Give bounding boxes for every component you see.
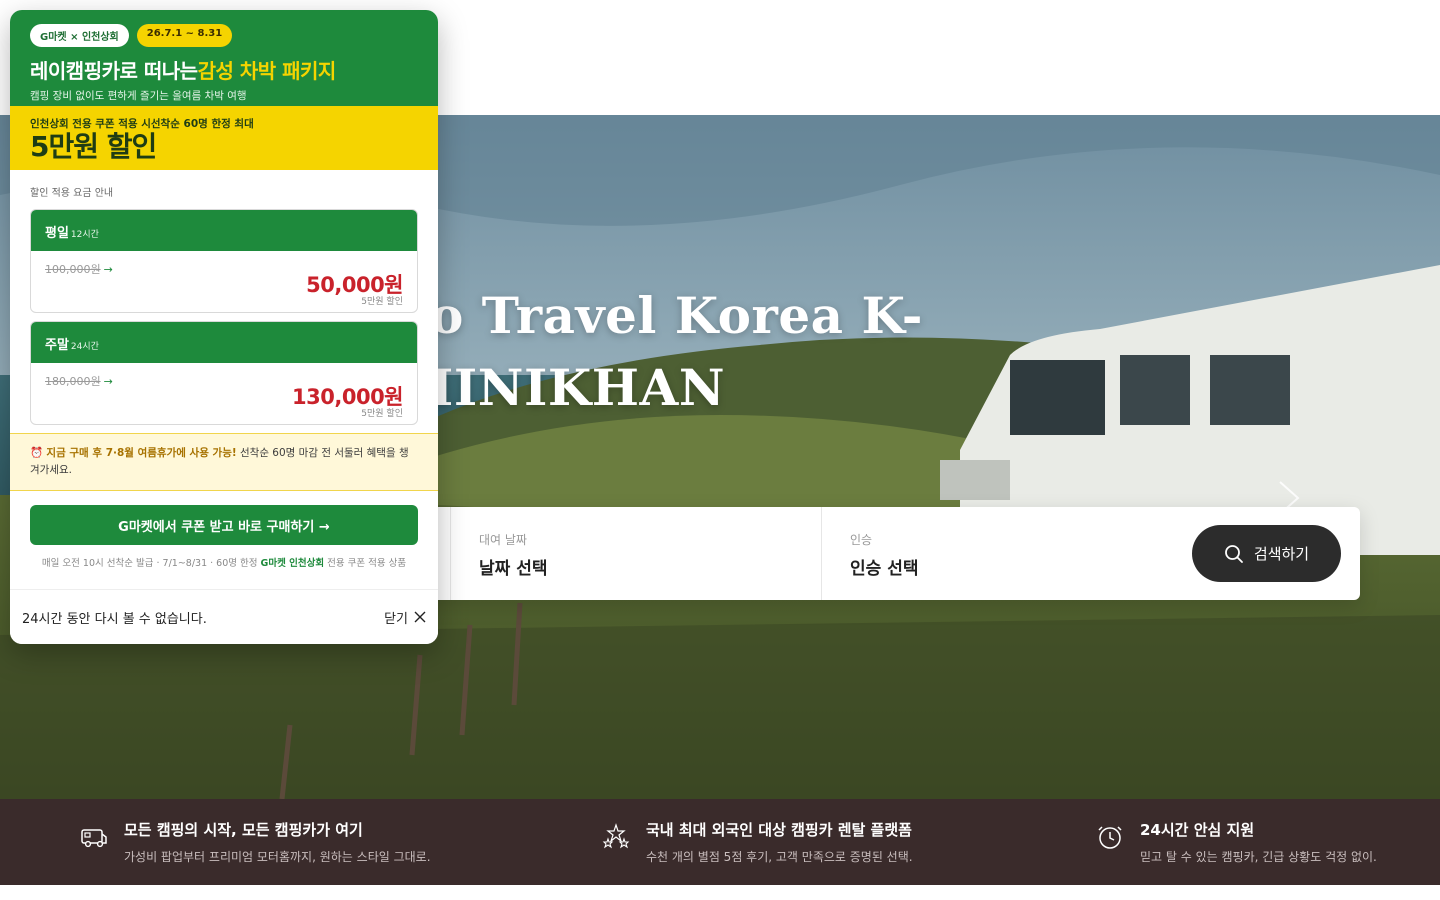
feature-item: 국내 최대 외국인 대상 캠핑카 렌탈 플랫폼 수천 개의 별점 5점 후기, …	[602, 819, 913, 865]
urgency-notice: ⏰ 지금 구매 후 7·8월 여름휴가에 사용 가능! 선착순 60명 마감 전…	[10, 433, 438, 491]
hero-title-line1: To Travel Korea K-	[398, 286, 924, 345]
feature-item: 24시간 안심 지원 믿고 탈 수 있는 캠핑카, 긴급 상황도 걱정 없이.	[1096, 819, 1377, 865]
price-card-weekend: 주말 24시간 180,000원 → 130,000원 5만원 할인	[30, 321, 418, 425]
discount-banner: 인천상회 전용 쿠폰 적용 시선착순 60명 한정 최대 5만원 할인	[10, 106, 438, 170]
popup-title: 레이캠핑카로 떠나는감성 차박 패키지	[30, 55, 418, 84]
old-price: 100,000원 →	[45, 261, 113, 277]
close-popup-button[interactable]: 닫기	[384, 608, 426, 627]
feature-title: 24시간 안심 지원	[1140, 821, 1255, 839]
price-card-header: 주말 24시간	[31, 322, 417, 363]
price-card-weekday: 평일 12시간 100,000원 → 50,000원 5만원 할인	[30, 209, 418, 313]
search-field-value: 날짜 선택	[479, 559, 548, 579]
hero-title-line2: MINIKHAN	[398, 358, 726, 417]
feature-title: 국내 최대 외국인 대상 캠핑카 렌탈 플랫폼	[646, 821, 912, 839]
arrow-right-icon: →	[103, 375, 113, 388]
old-price-value: 100,000원	[45, 263, 101, 276]
feature-desc: 가성비 팝업부터 프리미엄 모터홈까지, 원하는 스타일 그대로.	[124, 850, 431, 864]
discount-note: 5만원 할인	[361, 297, 403, 307]
urgency-strong: 지금 구매 후 7·8월 여름휴가에 사용 가능!	[46, 447, 237, 459]
feature-item: 모든 캠핑의 시작, 모든 캠핑카가 여기 가성비 팝업부터 프리미엄 모터홈까…	[80, 819, 431, 865]
promo-popup: G마켓 × 인천상회 26.7.1 ~ 8.31 레이캠핑카로 떠나는감성 차박…	[10, 10, 438, 644]
price-card-duration: 24시간	[70, 342, 99, 352]
cta-note: 매일 오전 10시 선착순 발급 · 7/1~8/31 · 60명 한정 G마켓…	[10, 555, 438, 569]
dont-show-24h-link[interactable]: 24시간 동안 다시 볼 수 없습니다.	[22, 608, 207, 627]
search-field-label: 대여 날짜	[479, 533, 527, 547]
popup-header: G마켓 × 인천상회 26.7.1 ~ 8.31 레이캠핑카로 떠나는감성 차박…	[10, 10, 438, 106]
price-card-name: 평일	[45, 226, 69, 241]
close-label: 닫기	[384, 611, 408, 627]
cta-note-brand: G마켓 인천상회	[260, 558, 325, 569]
feature-desc: 수천 개의 별점 5점 후기, 고객 만족으로 증명된 선택.	[646, 850, 913, 864]
search-field-date[interactable]: 대여 날짜 날짜 선택	[450, 507, 821, 600]
close-icon	[414, 611, 426, 623]
price-card-duration: 12시간	[70, 230, 99, 240]
alarm-clock-icon: ⏰	[30, 447, 44, 459]
camper-van-icon	[81, 829, 107, 848]
arrow-right-icon: →	[103, 263, 113, 276]
feature-strip: 모든 캠핑의 시작, 모든 캠핑카가 여기 가성비 팝업부터 프리미엄 모터홈까…	[0, 799, 1440, 885]
feature-desc: 믿고 탈 수 있는 캠핑카, 긴급 상황도 걱정 없이.	[1140, 850, 1377, 864]
old-price-value: 180,000원	[45, 375, 101, 388]
cta-note-pre: 매일 오전 10시 선착순 발급 · 7/1~8/31 · 60명 한정	[41, 558, 261, 569]
price-card-name: 주말	[45, 338, 69, 353]
popup-subtitle: 캠핑 장비 없이도 편하게 즐기는 올여름 차박 여행	[30, 90, 247, 102]
price-card-header: 평일 12시간	[31, 210, 417, 251]
discount-condition: 인천상회 전용 쿠폰 적용 시선착순 60명 한정 최대	[30, 118, 254, 130]
clock-icon	[1098, 826, 1122, 849]
popup-title-highlight: 감성 차박 패키지	[197, 59, 337, 83]
old-price: 180,000원 →	[45, 373, 113, 389]
search-field-passengers[interactable]: 인승 인승 선택	[821, 507, 1192, 600]
feature-title: 모든 캠핑의 시작, 모든 캠핑카가 여기	[124, 821, 363, 839]
stars-icon	[602, 823, 630, 849]
brand-badge: G마켓 × 인천상회	[30, 24, 129, 47]
popup-title-main: 레이캠핑카로 떠나는	[30, 59, 198, 83]
buy-coupon-button[interactable]: G마켓에서 쿠폰 받고 바로 구매하기 →	[30, 505, 418, 545]
price-section-label: 할인 적용 요금 안내	[30, 188, 114, 199]
popup-body: 할인 적용 요금 안내 평일 12시간 100,000원 → 50,000원 5만…	[10, 170, 438, 425]
date-badge: 26.7.1 ~ 8.31	[136, 24, 233, 47]
popup-footer: 24시간 동안 다시 볼 수 없습니다. 닫기	[10, 589, 438, 644]
search-icon	[1224, 544, 1243, 563]
hero-title: To Travel Korea K- MINIKHAN	[398, 280, 923, 424]
search-button[interactable]: 검색하기	[1192, 525, 1341, 582]
discount-amount: 5만원 할인	[30, 130, 157, 163]
cta-note-post: 전용 쿠폰 적용 상품	[324, 558, 407, 569]
search-field-value: 인승 선택	[850, 559, 919, 579]
search-button-label: 검색하기	[1253, 545, 1310, 563]
discount-note: 5만원 할인	[361, 409, 403, 419]
search-field-label: 인승	[850, 533, 873, 547]
